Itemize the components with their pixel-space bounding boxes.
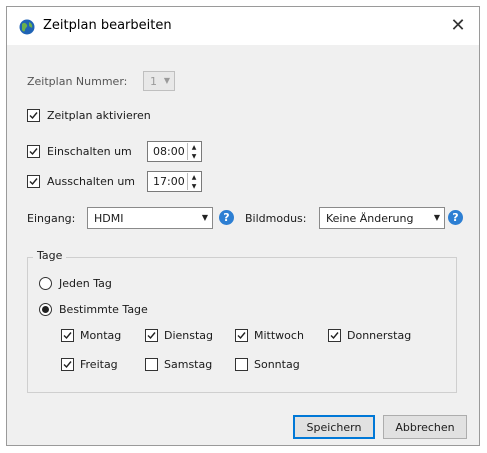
input-label: Eingang: [27,212,76,225]
power-off-time-input[interactable]: 17:00 ▲ ▼ [147,171,202,192]
day-label-sonntag: Sonntag [254,358,300,371]
check-icon [63,361,72,369]
input-select[interactable]: HDMI ▼ [87,207,213,229]
radio-selected-dot [42,306,49,313]
globe-app-icon [19,19,35,35]
day-checkbox-freitag[interactable] [61,358,74,371]
picture-mode-label: Bildmodus: [245,212,307,225]
day-label-freitag: Freitag [80,358,118,371]
check-icon [29,178,38,186]
input-help-icon[interactable]: ? [219,210,234,225]
picture-mode-help-icon[interactable]: ? [448,210,463,225]
close-icon[interactable]: ✕ [445,13,471,37]
spin-down-icon[interactable]: ▼ [188,182,200,190]
day-checkbox-dienstag[interactable] [145,329,158,342]
picture-mode-select[interactable]: Keine Änderung ▼ [319,207,445,229]
spin-up-icon[interactable]: ▲ [188,173,200,181]
day-checkbox-montag[interactable] [61,329,74,342]
spin-arrows: ▲ ▼ [187,173,200,190]
schedule-number-value: 1 [150,75,157,88]
spin-up-icon[interactable]: ▲ [188,143,200,151]
dialog-title: Zeitplan bearbeiten [43,18,172,33]
schedule-number-select[interactable]: 1 ▼ [143,71,175,91]
power-on-label: Einschalten um [47,145,132,158]
check-icon [29,112,38,120]
day-checkbox-mittwoch[interactable] [235,329,248,342]
power-on-time-input[interactable]: 08:00 ▲ ▼ [147,141,202,162]
days-group-title: Tage [33,249,67,262]
power-off-label: Ausschalten um [47,175,136,188]
day-label-montag: Montag [80,329,122,342]
picture-mode-value: Keine Änderung [326,212,414,225]
chevron-down-icon: ▼ [433,213,440,222]
day-checkbox-donnerstag[interactable] [328,329,341,342]
input-value: HDMI [94,212,124,225]
check-icon [29,148,38,156]
power-off-checkbox[interactable] [27,175,40,188]
power-off-time-value: 17:00 [153,175,185,188]
check-icon [63,332,72,340]
chevron-down-icon: ▼ [201,213,208,222]
cancel-button[interactable]: Abbrechen [383,415,467,439]
check-icon [147,332,156,340]
title-bar: Zeitplan bearbeiten ✕ [7,7,479,45]
day-label-samstag: Samstag [164,358,213,371]
power-on-checkbox[interactable] [27,145,40,158]
activate-schedule-label: Zeitplan aktivieren [47,109,151,122]
schedule-number-label: Zeitplan Nummer: [27,75,128,88]
day-label-donnerstag: Donnerstag [347,329,412,342]
spin-arrows: ▲ ▼ [187,143,200,160]
day-checkbox-samstag[interactable] [145,358,158,371]
spin-down-icon[interactable]: ▼ [188,152,200,160]
edit-schedule-dialog: Zeitplan bearbeiten ✕ Zeitplan Nummer: 1… [6,6,480,446]
save-button[interactable]: Speichern [293,415,375,439]
day-checkbox-sonntag[interactable] [235,358,248,371]
specific-days-radio[interactable] [39,303,52,316]
day-label-mittwoch: Mittwoch [254,329,304,342]
activate-schedule-checkbox[interactable] [27,109,40,122]
power-on-time-value: 08:00 [153,145,185,158]
check-icon [330,332,339,340]
every-day-radio[interactable] [39,277,52,290]
every-day-label: Jeden Tag [59,277,112,290]
specific-days-label: Bestimmte Tage [59,303,148,316]
day-label-dienstag: Dienstag [164,329,214,342]
chevron-down-icon: ▼ [163,76,170,85]
check-icon [237,332,246,340]
